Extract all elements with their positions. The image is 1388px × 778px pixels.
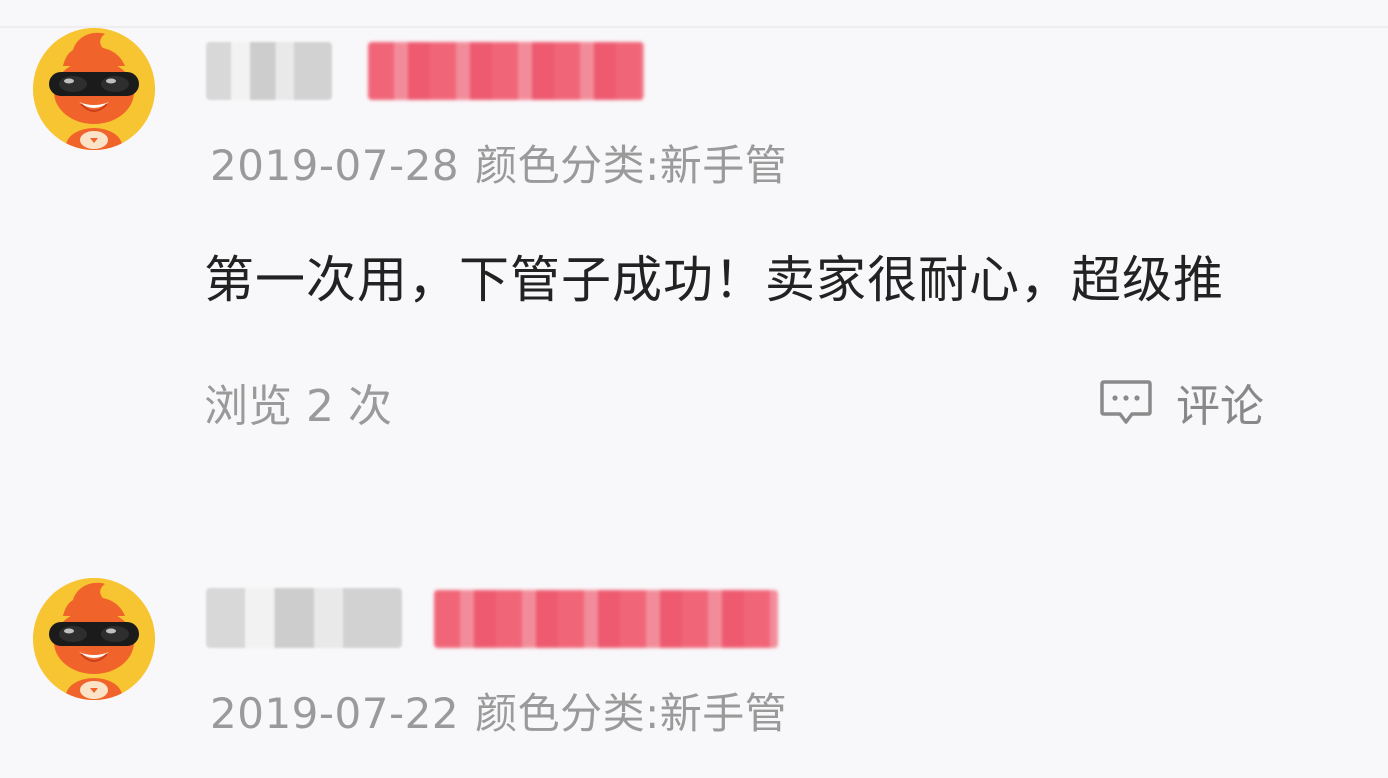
review-meta: 2019-07-22 颜色分类:新手管 bbox=[210, 680, 787, 741]
username-masked bbox=[206, 42, 332, 100]
avatar[interactable] bbox=[33, 578, 155, 700]
review-meta: 2019-07-28 颜色分类:新手管 bbox=[210, 132, 787, 193]
review-content: 第一次用，下管子成功！卖家很耐心，超级推 bbox=[204, 251, 1224, 309]
review-sku: 颜色分类:新手管 bbox=[475, 689, 788, 738]
cartoon-mascot-sunglasses-icon bbox=[33, 578, 155, 700]
review-sku: 颜色分类:新手管 bbox=[475, 141, 788, 190]
review-date: 2019-07-28 bbox=[210, 141, 460, 190]
avatar[interactable] bbox=[33, 28, 155, 150]
member-badge-masked bbox=[368, 42, 644, 100]
username-masked bbox=[206, 588, 402, 648]
review-item: 2019-07-28 颜色分类:新手管 第一次用，下管子成功！卖家很耐心，超级推 … bbox=[0, 0, 1388, 560]
member-badge-masked bbox=[434, 590, 778, 648]
chat-bubble-icon bbox=[1100, 380, 1152, 424]
cartoon-mascot-sunglasses-icon bbox=[33, 28, 155, 150]
comment-label: 评论 bbox=[1176, 381, 1264, 432]
review-list: 2019-07-28 颜色分类:新手管 第一次用，下管子成功！卖家很耐心，超级推 … bbox=[0, 0, 1388, 778]
view-count: 浏览 2 次 bbox=[204, 381, 392, 432]
review-item: 2019-07-22 颜色分类:新手管 bbox=[0, 560, 1388, 778]
comment-button[interactable]: 评论 bbox=[1098, 372, 1264, 432]
review-date: 2019-07-22 bbox=[210, 689, 460, 738]
